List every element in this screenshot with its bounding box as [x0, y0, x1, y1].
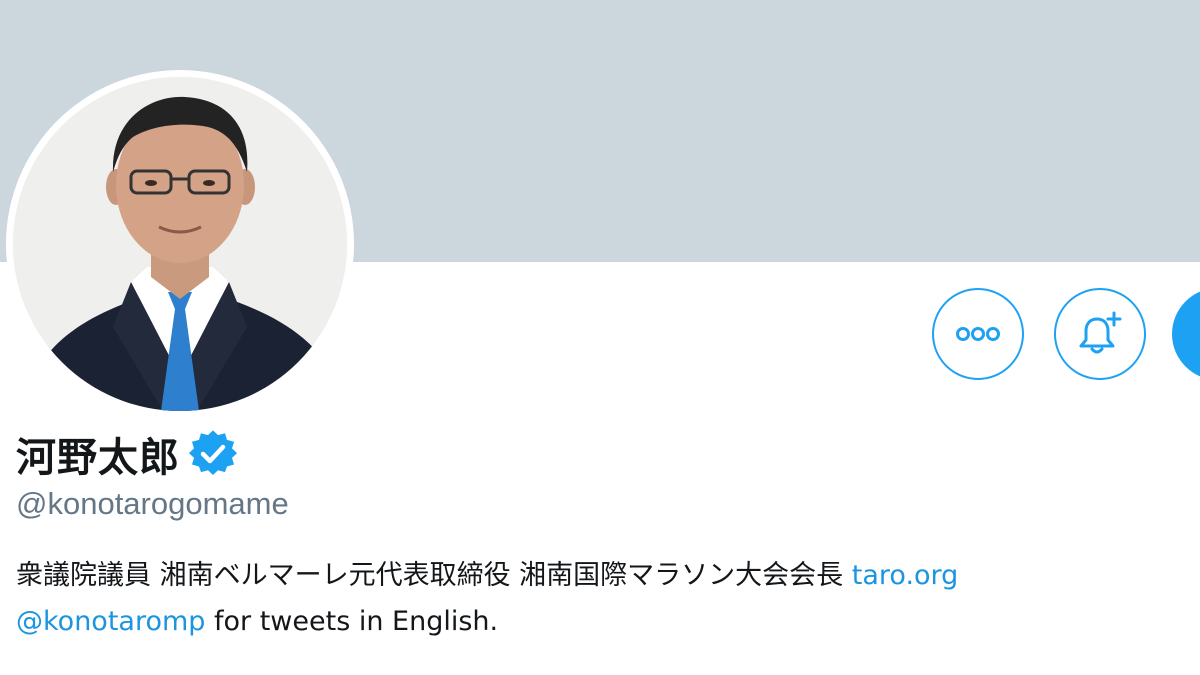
bio-text: 衆議院議員 湘南ベルマーレ元代表取締役 湘南国際マラソン大会会長	[16, 560, 844, 591]
bio-text-english: for tweets in English.	[214, 606, 499, 637]
mention-link[interactable]: @konotaromp	[16, 606, 205, 637]
avatar-photo	[13, 77, 347, 411]
name-row: 河野太郎	[16, 424, 238, 484]
avatar[interactable]	[13, 77, 347, 411]
notifications-button[interactable]	[1054, 288, 1146, 380]
follow-button[interactable]	[1172, 288, 1200, 380]
website-link[interactable]: taro.org	[852, 560, 959, 591]
bio-line-1: 衆議院議員 湘南ベルマーレ元代表取締役 湘南国際マラソン大会会長 taro.or…	[16, 553, 1200, 599]
handle: @konotarogomame	[16, 486, 289, 521]
more-dots-icon	[956, 327, 1000, 341]
more-options-button[interactable]	[932, 288, 1024, 380]
verified-badge-icon	[188, 429, 238, 479]
profile-page: 河野太郎 @konotarogomame 衆議院議員 湘南ベルマーレ元代表取締役…	[0, 0, 1200, 675]
display-name: 河野太郎	[16, 435, 180, 481]
bio-line-2: @konotaromp for tweets in English.	[16, 599, 1200, 645]
bell-plus-icon	[1079, 311, 1122, 354]
bio: 衆議院議員 湘南ベルマーレ元代表取締役 湘南国際マラソン大会会長 taro.or…	[16, 553, 1200, 645]
